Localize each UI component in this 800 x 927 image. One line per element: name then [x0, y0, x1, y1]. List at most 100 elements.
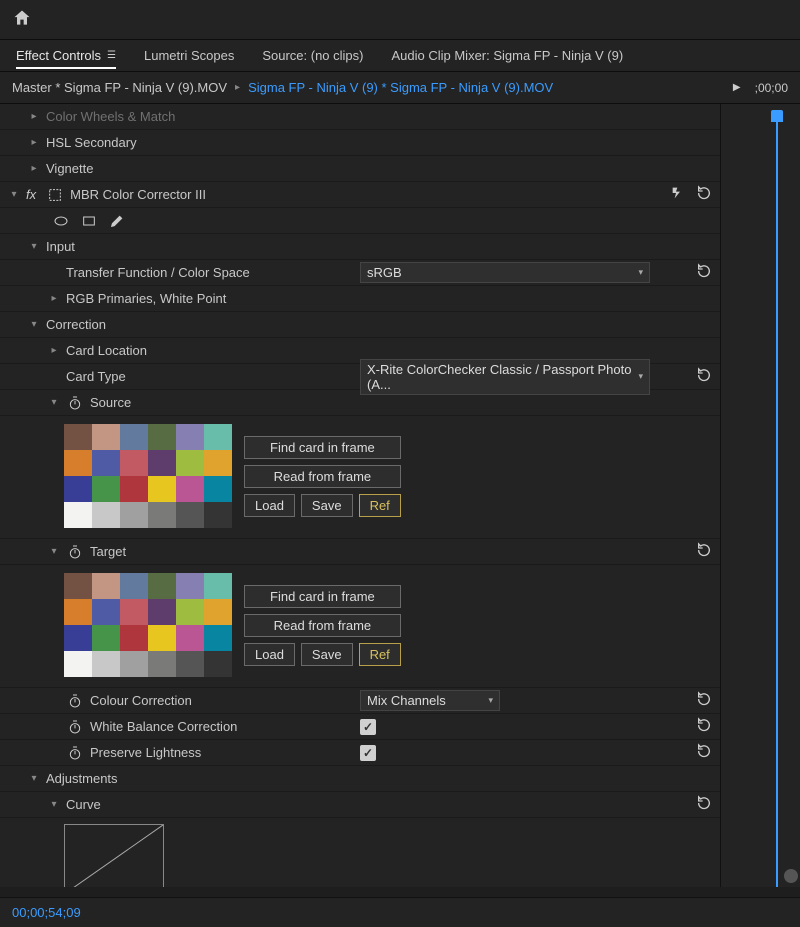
reset-icon[interactable]: [696, 717, 712, 736]
label: Card Location: [66, 343, 147, 358]
color-patch: [64, 502, 92, 528]
time-ruler-start: ;00;00: [755, 81, 788, 95]
row-input-group[interactable]: Input: [0, 234, 720, 260]
color-patch: [204, 573, 232, 599]
find-card-button[interactable]: Find card in frame: [244, 436, 401, 459]
disclosure-icon[interactable]: [28, 163, 40, 174]
tab-effect-controls[interactable]: Effect Controls ☰: [16, 42, 116, 69]
color-patch: [176, 424, 204, 450]
current-timecode[interactable]: 00;00;54;09: [12, 905, 81, 920]
color-patch: [92, 450, 120, 476]
stopwatch-icon[interactable]: [66, 394, 84, 412]
row-source-group[interactable]: Source: [0, 390, 720, 416]
load-button[interactable]: Load: [244, 494, 295, 517]
stopwatch-icon[interactable]: [66, 692, 84, 710]
pen-mask-icon[interactable]: [108, 212, 126, 230]
label: Adjustments: [46, 771, 118, 786]
bottom-bar: 00;00;54;09: [0, 897, 800, 927]
disclosure-icon[interactable]: [48, 546, 60, 557]
reset-effect-icon[interactable]: [696, 185, 712, 204]
color-patch: [92, 573, 120, 599]
sequence-clip-name[interactable]: Sigma FP - Ninja V (9) * Sigma FP - Ninj…: [248, 80, 553, 95]
color-patch: [120, 476, 148, 502]
ref-button[interactable]: Ref: [359, 494, 401, 517]
reset-icon[interactable]: [696, 691, 712, 710]
stopwatch-icon[interactable]: [66, 744, 84, 762]
label: Transfer Function / Color Space: [66, 265, 250, 280]
row-color-wheels[interactable]: Color Wheels & Match: [0, 104, 720, 130]
color-patch: [204, 651, 232, 677]
row-vignette[interactable]: Vignette: [0, 156, 720, 182]
panel-menu-icon[interactable]: ☰: [107, 50, 116, 61]
clip-header: Master * Sigma FP - Ninja V (9).MOV ▸ Si…: [0, 72, 800, 104]
reset-icon[interactable]: [696, 367, 712, 386]
play-icon[interactable]: ▶: [733, 82, 741, 93]
row-adjustments-group[interactable]: Adjustments: [0, 766, 720, 792]
color-patch: [64, 599, 92, 625]
load-button[interactable]: Load: [244, 643, 295, 666]
color-patch: [120, 651, 148, 677]
disclosure-icon[interactable]: [48, 345, 60, 356]
row-white-balance[interactable]: White Balance Correction: [0, 714, 720, 740]
home-icon[interactable]: [12, 8, 32, 31]
target-colorchecker: [64, 573, 232, 677]
tab-audio-mixer[interactable]: Audio Clip Mixer: Sigma FP - Ninja V (9): [391, 42, 623, 69]
row-target-group[interactable]: Target: [0, 539, 720, 565]
transfer-function-dropdown[interactable]: sRGB ▾: [360, 262, 650, 283]
disclosure-icon[interactable]: [28, 773, 40, 784]
stopwatch-icon[interactable]: [66, 543, 84, 561]
ref-button[interactable]: Ref: [359, 643, 401, 666]
tab-lumetri-scopes[interactable]: Lumetri Scopes: [144, 42, 234, 69]
disclosure-icon[interactable]: [8, 189, 20, 200]
save-button[interactable]: Save: [301, 494, 353, 517]
save-button[interactable]: Save: [301, 643, 353, 666]
row-card-type[interactable]: Card Type X-Rite ColorChecker Classic / …: [0, 364, 720, 390]
disclosure-icon[interactable]: [28, 319, 40, 330]
vertical-scrollbar[interactable]: [782, 104, 798, 887]
row-rgb-primaries[interactable]: RGB Primaries, White Point: [0, 286, 720, 312]
row-correction-group[interactable]: Correction: [0, 312, 720, 338]
read-frame-button[interactable]: Read from frame: [244, 465, 401, 488]
reset-icon[interactable]: [696, 795, 712, 814]
color-patch: [64, 424, 92, 450]
reset-icon[interactable]: [696, 263, 712, 282]
label: RGB Primaries, White Point: [66, 291, 226, 306]
row-transfer-function[interactable]: Transfer Function / Color Space sRGB ▾: [0, 260, 720, 286]
label: Preserve Lightness: [90, 745, 201, 760]
disclosure-icon[interactable]: [48, 799, 60, 810]
reset-icon[interactable]: [696, 743, 712, 762]
top-toolbar: [0, 0, 800, 40]
disclosure-icon[interactable]: [28, 137, 40, 148]
read-frame-button[interactable]: Read from frame: [244, 614, 401, 637]
scrollbar-thumb[interactable]: [784, 869, 798, 883]
label: Source: [90, 395, 131, 410]
target-card-block: Find card in frame Read from frame Load …: [0, 565, 720, 688]
color-patch: [204, 476, 232, 502]
freeform-icon[interactable]: [46, 186, 64, 204]
tab-label: Effect Controls: [16, 48, 101, 63]
disclosure-icon[interactable]: [28, 111, 40, 122]
row-hsl-secondary[interactable]: HSL Secondary: [0, 130, 720, 156]
white-balance-checkbox[interactable]: [360, 719, 376, 735]
rectangle-mask-icon[interactable]: [80, 212, 98, 230]
label: Curve: [66, 797, 101, 812]
row-curve[interactable]: Curve: [0, 792, 720, 818]
disclosure-icon[interactable]: [28, 241, 40, 252]
preserve-lightness-checkbox[interactable]: [360, 745, 376, 761]
color-patch: [92, 424, 120, 450]
stopwatch-icon[interactable]: [66, 718, 84, 736]
disclosure-icon[interactable]: [48, 293, 60, 304]
color-patch: [92, 625, 120, 651]
disclosure-icon[interactable]: [48, 397, 60, 408]
reset-icon[interactable]: [696, 542, 712, 561]
row-colour-correction[interactable]: Colour Correction Mix Channels ▾: [0, 688, 720, 714]
curve-graph[interactable]: [64, 824, 164, 887]
colour-correction-dropdown[interactable]: Mix Channels ▾: [360, 690, 500, 711]
tab-source[interactable]: Source: (no clips): [262, 42, 363, 69]
find-card-button[interactable]: Find card in frame: [244, 585, 401, 608]
ellipse-mask-icon[interactable]: [52, 212, 70, 230]
row-preserve-lightness[interactable]: Preserve Lightness: [0, 740, 720, 766]
row-effect-header[interactable]: fx MBR Color Corrector III: [0, 182, 720, 208]
pin-icon[interactable]: [670, 185, 686, 204]
fx-badge-icon[interactable]: fx: [26, 187, 36, 202]
